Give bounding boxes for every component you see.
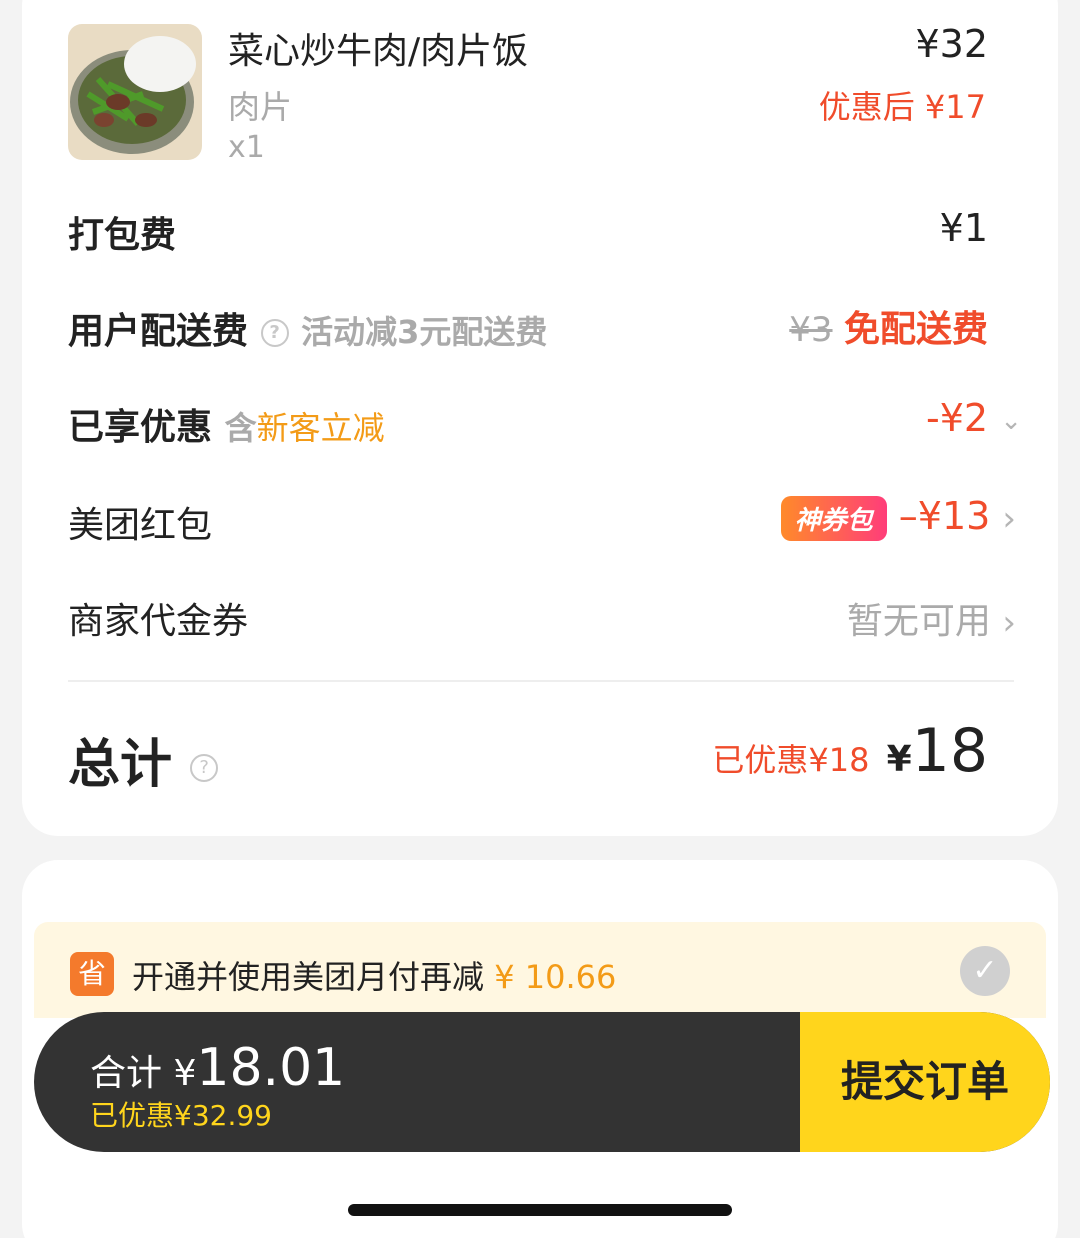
total-saved: 已优惠¥18 — [712, 741, 870, 779]
delivery-fee-value: 免配送费 — [843, 309, 988, 350]
merchant-voucher-value-group[interactable]: 暂无可用 › — [847, 592, 1016, 644]
discounts-label[interactable]: 已享优惠 含新客立减 — [68, 398, 385, 450]
delivery-fee-note: 活动减3元配送费 — [301, 313, 548, 351]
checkout-total-currency: ¥ — [173, 1053, 197, 1094]
save-icon: 省 — [70, 952, 114, 996]
divider — [68, 680, 1014, 682]
promo-amount: ¥ 10.66 — [494, 958, 617, 996]
delivery-fee-value-group: ¥3 免配送费 — [789, 300, 988, 352]
packing-fee-label: 打包费 — [68, 215, 177, 256]
discounts-prefix: 含 — [224, 409, 257, 447]
packing-fee-value: ¥1 — [939, 206, 988, 250]
product-discounted-price: 优惠后 ¥17 — [818, 88, 986, 126]
promo-text: 开通并使用美团月付再减 — [132, 958, 485, 996]
total-value-group: 已优惠¥18 ¥18 — [712, 716, 988, 786]
discounts-text: 已享优惠 — [68, 407, 213, 448]
help-icon[interactable]: ? — [190, 754, 219, 782]
merchant-voucher-label: 商家代金券 — [68, 601, 249, 642]
total-label-group: 总计 ? — [68, 722, 219, 797]
total-label: 总计 — [68, 735, 173, 795]
checkout-saved: 已优惠¥32.99 — [90, 1099, 272, 1132]
delivery-fee-text: 用户配送费 — [68, 311, 249, 352]
discounts-value: -¥2 — [926, 396, 989, 440]
coupon-pack-badge: 神券包 — [780, 496, 887, 541]
product-quantity: x1 — [228, 130, 265, 165]
red-packet-value: –¥13 — [898, 494, 991, 538]
product-name: 菜心炒牛肉/肉片饭 — [228, 31, 529, 72]
merchant-voucher-value: 暂无可用 — [846, 601, 991, 642]
total-currency: ¥ — [886, 739, 912, 780]
product-price: ¥32 — [915, 22, 988, 66]
checkout-total-label: 合计 — [90, 1053, 163, 1094]
product-image — [68, 24, 202, 160]
submit-order-button[interactable]: 提交订单 — [800, 1012, 1050, 1152]
discounts-tag: 新客立减 — [256, 409, 385, 447]
checkout-total-group: 合计 ¥18.01 — [90, 1038, 345, 1098]
delivery-fee-label: 用户配送费 ? 活动减3元配送费 — [68, 302, 547, 354]
checkout-total-amount: 18.01 — [196, 1038, 346, 1098]
discounts-value-group[interactable]: -¥2 ⌄ — [926, 396, 1022, 440]
check-icon[interactable]: ✓ — [960, 946, 1010, 996]
chevron-right-icon: › — [1002, 603, 1016, 643]
chevron-down-icon: ⌄ — [1000, 405, 1022, 436]
red-packet-label: 美团红包 — [68, 505, 213, 546]
total-amount: 18 — [911, 716, 988, 786]
chevron-right-icon: › — [1002, 498, 1016, 539]
product-spec: 肉片 — [228, 88, 293, 126]
home-indicator[interactable] — [348, 1204, 732, 1216]
delivery-fee-old-price: ¥3 — [789, 310, 833, 350]
promo-text-group: 开通并使用美团月付再减 ¥ 10.66 — [132, 952, 616, 998]
red-packet-value-group[interactable]: 神券包 –¥13 › — [780, 494, 1016, 541]
help-icon[interactable]: ? — [260, 319, 289, 347]
